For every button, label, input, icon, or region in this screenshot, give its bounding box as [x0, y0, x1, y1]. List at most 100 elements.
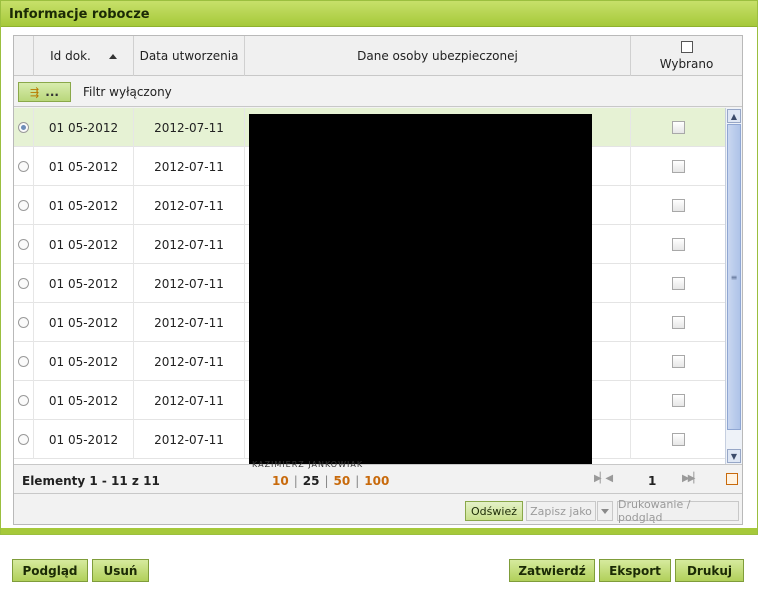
row-select-cell — [631, 381, 725, 420]
row-id: 01 05-2012 — [34, 381, 134, 420]
page-size-option[interactable]: 10 — [272, 474, 289, 488]
filter-row: ⇶ ... Filtr wyłączony — [14, 77, 742, 107]
row-id: 01 05-2012 — [34, 225, 134, 264]
row-select-checkbox[interactable] — [671, 316, 685, 329]
row-radio[interactable] — [18, 317, 29, 328]
row-id: 01 05-2012 — [34, 186, 134, 225]
row-date: 2012-07-11 — [134, 381, 245, 420]
save-as-button[interactable]: Zapisz jako — [526, 501, 596, 521]
row-select-cell — [631, 225, 725, 264]
scroll-up-icon[interactable]: ▲ — [727, 109, 741, 123]
header-id-column[interactable]: Id dok. — [34, 36, 134, 76]
header-person-label: Dane osoby ubezpieczonej — [357, 49, 518, 63]
current-page: 1 — [648, 474, 657, 488]
redacted-area — [249, 114, 592, 464]
row-radio-cell — [14, 381, 34, 420]
documents-grid: Id dok. Data utworzenia Dane osoby ubezp… — [13, 35, 743, 525]
row-date: 2012-07-11 — [134, 303, 245, 342]
cut-off-person-text: KAZIMIERZ JANKOWIAK — [252, 460, 364, 469]
row-id: 01 05-2012 — [34, 342, 134, 381]
end-marker-icon[interactable] — [726, 473, 738, 485]
row-radio[interactable] — [18, 239, 29, 250]
row-id: 01 05-2012 — [34, 303, 134, 342]
header-radio-column — [14, 36, 34, 76]
header-selected-label: Wybrano — [659, 57, 714, 71]
confirm-button[interactable]: Zatwierdź — [509, 559, 595, 582]
row-id: 01 05-2012 — [34, 147, 134, 186]
row-radio-cell — [14, 303, 34, 342]
row-select-checkbox[interactable] — [671, 160, 685, 173]
row-radio-cell — [14, 264, 34, 303]
refresh-button[interactable]: Odśwież — [465, 501, 523, 521]
pager-bar: Elementy 1 - 11 z 11 10 | 25 | 50 | 100 ▶▏◀ 1 … — [14, 464, 742, 494]
header-date-column[interactable]: Data utworzenia — [134, 36, 245, 76]
filter-button-label: ... — [45, 85, 59, 99]
row-radio[interactable] — [18, 161, 29, 172]
row-radio[interactable] — [18, 395, 29, 406]
row-select-cell — [631, 342, 725, 381]
row-date: 2012-07-11 — [134, 225, 245, 264]
row-select-cell — [631, 420, 725, 459]
row-select-cell — [631, 303, 725, 342]
print-button[interactable]: Drukuj — [675, 559, 744, 582]
row-radio[interactable] — [18, 434, 29, 445]
header-date-label: Data utworzenia — [139, 49, 239, 63]
row-radio-cell — [14, 108, 34, 147]
row-radio-cell — [14, 225, 34, 264]
row-select-checkbox[interactable] — [671, 121, 685, 134]
page-size-separator: | — [293, 474, 298, 488]
filter-button[interactable]: ⇶ ... — [18, 82, 71, 102]
select-all-checkbox[interactable] — [680, 41, 693, 53]
vertical-scrollbar[interactable]: ▲ ≡ ▼ — [725, 108, 742, 464]
panel-header: Informacje robocze — [1, 1, 757, 27]
row-id: 01 05-2012 — [34, 264, 134, 303]
row-select-checkbox[interactable] — [671, 199, 685, 212]
pager-count: Elementy 1 - 11 z 11 — [22, 474, 160, 488]
scroll-thumb[interactable]: ≡ — [727, 124, 741, 430]
row-date: 2012-07-11 — [134, 264, 245, 303]
panel-title: Informacje robocze — [9, 7, 150, 22]
row-radio-cell — [14, 186, 34, 225]
row-date: 2012-07-11 — [134, 108, 245, 147]
row-radio[interactable] — [18, 278, 29, 289]
page-size-option[interactable]: 50 — [334, 474, 351, 488]
grid-action-bar: Odśwież Zapisz jako Drukowanie / podgląd — [14, 495, 742, 525]
first-page-icon[interactable]: ▶▏◀ — [594, 473, 613, 484]
row-radio[interactable] — [18, 122, 29, 133]
last-page-icon[interactable]: ▶▶▏ — [682, 473, 701, 484]
row-select-checkbox[interactable] — [671, 355, 685, 368]
row-radio-cell — [14, 147, 34, 186]
row-select-cell — [631, 108, 725, 147]
row-select-cell — [631, 186, 725, 225]
row-radio-cell — [14, 342, 34, 381]
row-radio[interactable] — [18, 356, 29, 367]
filter-icon: ⇶ — [30, 85, 40, 99]
row-select-checkbox[interactable] — [671, 238, 685, 251]
page-size-option[interactable]: 100 — [364, 474, 389, 488]
scroll-down-icon[interactable]: ▼ — [727, 449, 741, 463]
page-size-option[interactable]: 25 — [303, 474, 320, 488]
header-person-column[interactable]: Dane osoby ubezpieczonej — [245, 36, 631, 76]
export-button[interactable]: Eksport — [599, 559, 671, 582]
row-radio-cell — [14, 420, 34, 459]
row-date: 2012-07-11 — [134, 147, 245, 186]
filter-status-label: Filtr wyłączony — [83, 85, 172, 99]
row-select-cell — [631, 147, 725, 186]
grid-header-row: Id dok. Data utworzenia Dane osoby ubezp… — [14, 36, 742, 76]
save-as-dropdown-icon[interactable] — [597, 501, 613, 521]
page-size-separator: | — [324, 474, 329, 488]
print-preview-button[interactable]: Drukowanie / podgląd — [617, 498, 739, 524]
row-select-cell — [631, 264, 725, 303]
row-date: 2012-07-11 — [134, 342, 245, 381]
delete-button[interactable]: Usuń — [92, 559, 149, 582]
working-info-panel: Informacje robocze Id dok. Data utworzen… — [0, 0, 758, 535]
row-id: 01 05-2012 — [34, 420, 134, 459]
row-select-checkbox[interactable] — [671, 277, 685, 290]
row-radio[interactable] — [18, 200, 29, 211]
page-size-separator: | — [355, 474, 360, 488]
panel-bottom-bar — [1, 528, 757, 534]
header-id-label: Id dok. — [50, 49, 91, 63]
row-select-checkbox[interactable] — [671, 394, 685, 407]
preview-button[interactable]: Podgląd — [12, 559, 88, 582]
row-select-checkbox[interactable] — [671, 433, 685, 446]
